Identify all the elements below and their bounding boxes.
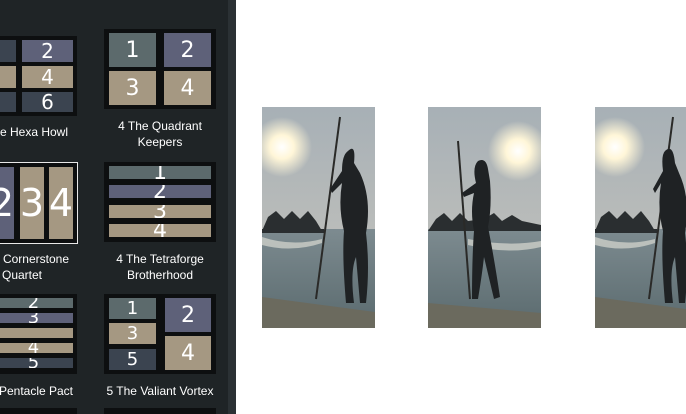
layout-label-valiant: 5 The Valiant Vortex <box>106 384 214 398</box>
selected-layout-outline <box>0 162 78 244</box>
layout-cell <box>0 40 16 62</box>
layout-cell <box>0 328 73 338</box>
layout-cell: 6 <box>22 92 73 112</box>
photo-image <box>428 107 541 328</box>
layout-cell: 4 <box>0 343 73 353</box>
layout-tile-pentacle[interactable]: 2 3 4 5 <box>0 294 77 374</box>
layout-tile-valiant[interactable]: 1 2 3 4 5 <box>104 294 216 374</box>
layout-label-quadrant: 4 The Quadrant <box>118 119 202 133</box>
layout-cell: 2 <box>164 33 211 67</box>
layout-cell: 2 <box>165 298 211 332</box>
layout-cell: 2 <box>0 298 73 308</box>
layout-cell: 4 <box>109 224 211 237</box>
layout-cell: 1 <box>109 298 156 319</box>
layout-label-quadrant-2: Keepers <box>137 135 183 149</box>
layout-cell: 4 <box>165 336 211 370</box>
layout-label-tetraforge: 4 The Tetraforge <box>116 252 204 266</box>
layout-cell: 1 <box>109 33 156 67</box>
sidebar-divider <box>228 0 236 414</box>
photo-image <box>595 107 686 328</box>
layout-cell: 2 <box>22 40 73 62</box>
layout-cell: 1 <box>109 166 211 179</box>
layout-tile-hexa[interactable]: 2 4 6 <box>0 36 77 116</box>
preview-frame-1[interactable] <box>262 107 375 328</box>
layout-cell: 5 <box>0 358 73 368</box>
layout-tile-quadrant[interactable]: 1 2 3 4 <box>104 29 216 109</box>
layout-cell: 2 <box>109 185 211 198</box>
layout-cell: 5 <box>109 349 156 370</box>
photo-image <box>262 107 375 328</box>
layout-label-hexa: e Hexa Howl <box>0 125 69 139</box>
layout-cell: 3 <box>109 323 156 344</box>
layout-tile-tetraforge[interactable]: 1 2 3 4 <box>104 162 216 242</box>
layout-sidebar: 2 4 6 e Hexa Howl 1 2 3 4 4 The Quadrant… <box>0 0 236 414</box>
layout-cell: 4 <box>164 71 211 105</box>
layout-label-tetraforge-2: Brotherhood <box>126 268 194 282</box>
layout-tile-partial[interactable] <box>0 408 77 414</box>
preview-canvas[interactable] <box>236 0 686 414</box>
preview-frame-3[interactable] <box>595 107 686 328</box>
layout-cell: 4 <box>22 66 73 88</box>
layout-tile-partial[interactable] <box>104 408 216 414</box>
layout-label-cornerstone-2: Quartet <box>1 268 43 282</box>
layout-cell: 3 <box>109 71 156 105</box>
layout-cell: 3 <box>109 205 211 218</box>
layout-label-cornerstone: Cornerstone <box>2 252 70 266</box>
layout-label-pentacle: Pentacle Pact <box>0 384 74 398</box>
layout-cell: 3 <box>0 313 73 323</box>
layout-cell <box>0 66 16 88</box>
layout-cell <box>0 92 16 112</box>
preview-frame-2[interactable] <box>428 107 541 328</box>
